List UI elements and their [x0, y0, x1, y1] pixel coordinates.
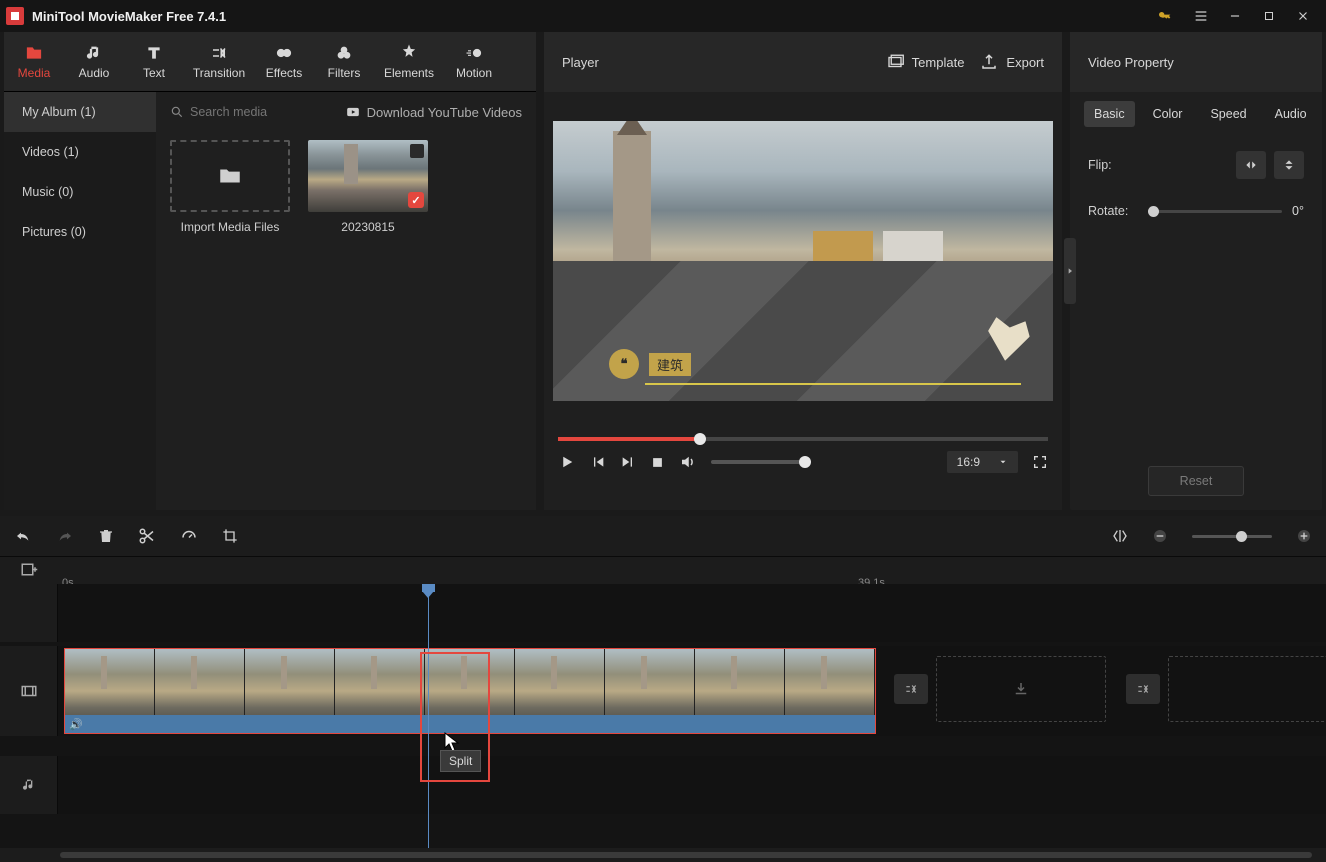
- stop-button[interactable]: [650, 455, 665, 470]
- zoom-out-button[interactable]: [1152, 528, 1168, 544]
- playhead[interactable]: [428, 584, 429, 848]
- titlebar: MiniTool MovieMaker Free 7.4.1: [0, 0, 1326, 32]
- search-media[interactable]: [170, 105, 335, 119]
- empty-clip-slot[interactable]: [1168, 656, 1326, 722]
- add-track-icon[interactable]: [20, 562, 38, 580]
- player-panel: Player Template Export ❝建筑 00:00:17:: [544, 32, 1062, 510]
- play-button[interactable]: [558, 453, 576, 471]
- player-title: Player: [562, 55, 870, 70]
- search-icon: [170, 105, 184, 119]
- property-title: Video Property: [1070, 32, 1322, 92]
- folder-icon: [217, 163, 243, 189]
- audio-track[interactable]: [0, 756, 1326, 814]
- redo-button[interactable]: [56, 528, 74, 544]
- app-title: MiniTool MovieMaker Free 7.4.1: [32, 9, 1148, 24]
- media-clip-item[interactable]: 20230815: [308, 140, 428, 234]
- sidebar-item-myalbum[interactable]: My Album (1): [4, 92, 156, 132]
- next-frame-button[interactable]: [620, 454, 636, 470]
- youtube-icon: [345, 105, 361, 119]
- fullscreen-button[interactable]: [1032, 454, 1048, 470]
- volume-icon[interactable]: [679, 453, 697, 471]
- reset-button[interactable]: Reset: [1148, 466, 1244, 496]
- aspect-ratio-select[interactable]: 16:9: [947, 451, 1018, 473]
- chevron-down-icon: [998, 457, 1008, 467]
- sidebar-item-music[interactable]: Music (0): [4, 172, 156, 212]
- tab-text[interactable]: Text: [124, 32, 184, 91]
- sidebar-item-pictures[interactable]: Pictures (0): [4, 212, 156, 252]
- empty-clip-slot[interactable]: [936, 656, 1106, 722]
- crop-button[interactable]: [222, 528, 238, 544]
- tab-elements[interactable]: Elements: [374, 32, 444, 91]
- tab-motion[interactable]: Motion: [444, 32, 504, 91]
- tab-audio[interactable]: Audio: [64, 32, 124, 91]
- tab-media[interactable]: Media: [4, 32, 64, 91]
- prop-tab-basic[interactable]: Basic: [1084, 101, 1135, 127]
- undo-button[interactable]: [14, 528, 32, 544]
- timeline-ruler[interactable]: 0s 39.1s: [0, 556, 1326, 584]
- import-media-button[interactable]: Import Media Files: [170, 140, 290, 234]
- property-panel: Video Property Basic Color Speed Audio F…: [1070, 32, 1322, 510]
- tab-filters[interactable]: Filters: [314, 32, 374, 91]
- volume-slider[interactable]: [711, 460, 811, 464]
- used-check-icon: [408, 192, 424, 208]
- media-category-sidebar: My Album (1) Videos (1) Music (0) Pictur…: [4, 92, 156, 510]
- audio-track-icon: [21, 776, 37, 794]
- timeline-clip[interactable]: 🔊: [64, 648, 876, 734]
- tab-effects[interactable]: Effects: [254, 32, 314, 91]
- license-key-icon[interactable]: [1148, 0, 1182, 32]
- template-icon: [886, 53, 904, 71]
- download-icon: [1012, 680, 1030, 698]
- prop-tab-speed[interactable]: Speed: [1200, 101, 1256, 127]
- timeline-panel: 0s 39.1s 🔊: [0, 516, 1326, 862]
- auto-fit-button[interactable]: [1112, 528, 1128, 544]
- video-badge-icon: [410, 144, 424, 158]
- rotate-value: 0°: [1292, 204, 1304, 218]
- minimize-icon[interactable]: [1218, 0, 1252, 32]
- maximize-icon[interactable]: [1252, 0, 1286, 32]
- transition-slot-button[interactable]: [894, 674, 928, 704]
- media-panel: Media Audio Text Transition Effects Filt…: [4, 32, 536, 510]
- prev-frame-button[interactable]: [590, 454, 606, 470]
- flip-vertical-button[interactable]: [1274, 151, 1304, 179]
- panel-collapse-handle[interactable]: [1064, 238, 1076, 304]
- app-logo: [6, 7, 24, 25]
- module-tabs: Media Audio Text Transition Effects Filt…: [4, 32, 536, 92]
- hamburger-menu-icon[interactable]: [1184, 0, 1218, 32]
- download-youtube-button[interactable]: Download YouTube Videos: [345, 105, 522, 120]
- text-track[interactable]: [0, 584, 1326, 642]
- split-button[interactable]: [138, 527, 156, 545]
- export-button[interactable]: Export: [980, 53, 1044, 71]
- seek-slider[interactable]: [558, 437, 1048, 441]
- speed-button[interactable]: [180, 527, 198, 545]
- video-track[interactable]: 🔊: [0, 646, 1326, 736]
- prop-tab-color[interactable]: Color: [1143, 101, 1193, 127]
- zoom-slider[interactable]: [1192, 535, 1272, 538]
- zoom-in-button[interactable]: [1296, 528, 1312, 544]
- transition-slot-button[interactable]: [1126, 674, 1160, 704]
- tab-transition[interactable]: Transition: [184, 32, 254, 91]
- sidebar-item-videos[interactable]: Videos (1): [4, 132, 156, 172]
- template-button[interactable]: Template: [886, 53, 965, 71]
- rotate-slider[interactable]: [1148, 210, 1282, 213]
- close-icon[interactable]: [1286, 0, 1320, 32]
- video-track-icon: [20, 682, 38, 700]
- split-tooltip: Split: [440, 750, 481, 772]
- delete-button[interactable]: [98, 527, 114, 545]
- clip-mute-icon[interactable]: 🔊: [69, 718, 83, 731]
- export-icon: [980, 53, 998, 71]
- video-preview[interactable]: ❝建筑: [553, 121, 1053, 401]
- flip-horizontal-button[interactable]: [1236, 151, 1266, 179]
- search-input[interactable]: [190, 105, 330, 119]
- prop-tab-audio[interactable]: Audio: [1265, 101, 1317, 127]
